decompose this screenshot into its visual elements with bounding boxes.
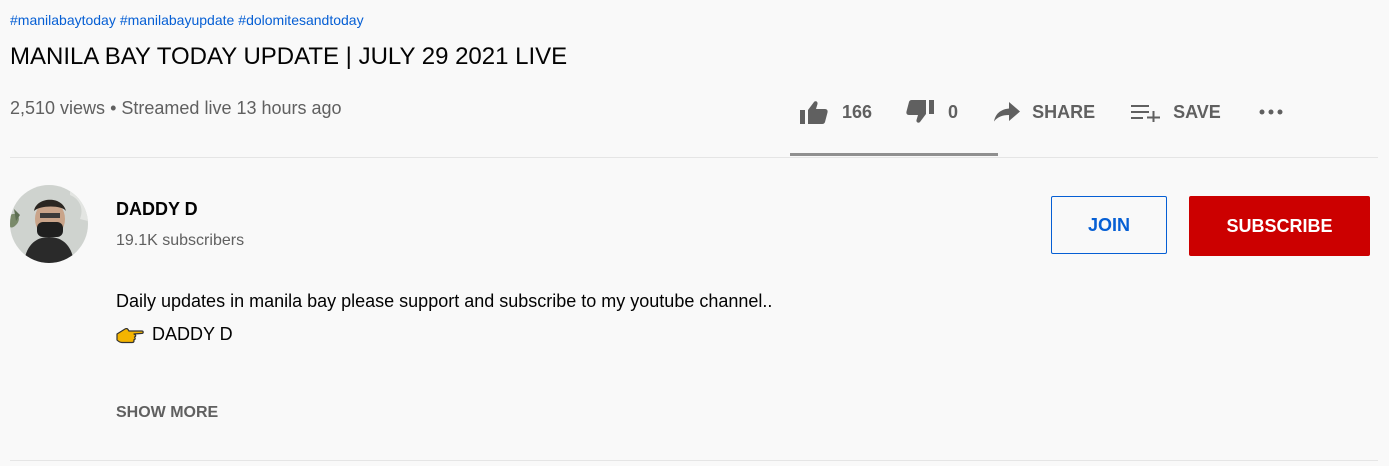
- more-actions-button[interactable]: [1259, 109, 1283, 115]
- more-horizontal-icon: [1259, 109, 1283, 115]
- channel-name[interactable]: DADDY D: [116, 199, 198, 220]
- meta-separator: •: [110, 98, 117, 118]
- signature-text: DADDY D: [152, 324, 233, 344]
- like-button[interactable]: 166: [800, 100, 872, 124]
- sentiment-bar: [790, 153, 998, 156]
- view-count: 2,510 views: [10, 98, 106, 118]
- save-label: SAVE: [1173, 101, 1221, 122]
- avatar-image: [10, 185, 88, 263]
- pointing-hand-icon: [116, 327, 144, 343]
- dislike-count: 0: [948, 101, 959, 122]
- channel-avatar[interactable]: [10, 185, 88, 263]
- video-meta: 2,510 views • Streamed live 13 hours ago: [10, 98, 342, 119]
- like-count: 166: [842, 101, 873, 122]
- thumbs-down-icon: [906, 100, 935, 123]
- save-button[interactable]: SAVE: [1131, 102, 1221, 123]
- hashtag-link[interactable]: #manilabayupdate: [120, 12, 234, 28]
- join-button[interactable]: JOIN: [1051, 196, 1167, 254]
- video-actions: 166 0 SHARE SAVE: [790, 90, 1283, 134]
- share-button[interactable]: SHARE: [994, 102, 1095, 123]
- subscribe-button[interactable]: SUBSCRIBE: [1189, 196, 1370, 256]
- playlist-add-icon: [1131, 105, 1161, 122]
- hashtag-list: #manilabaytoday #manilabayupdate #dolomite…: [10, 12, 368, 28]
- hashtag-link[interactable]: #dolomitesandtoday: [238, 12, 363, 28]
- description-text: Daily updates in manila bay please suppo…: [116, 291, 773, 311]
- divider: [10, 157, 1378, 158]
- description-signature: DADDY D: [116, 324, 233, 345]
- divider: [10, 460, 1378, 461]
- show-more-button[interactable]: SHOW MORE: [116, 404, 218, 422]
- video-title: MANILA BAY TODAY UPDATE | JULY 29 2021 L…: [10, 43, 568, 70]
- hashtag-link[interactable]: #manilabaytoday: [10, 12, 116, 28]
- stream-date: Streamed live 13 hours ago: [121, 98, 342, 118]
- share-arrow-icon: [994, 102, 1021, 122]
- dislike-button[interactable]: 0: [906, 100, 958, 124]
- share-label: SHARE: [1032, 101, 1096, 122]
- thumbs-up-icon: [800, 101, 828, 124]
- subscriber-count: 19.1K subscribers: [116, 232, 245, 249]
